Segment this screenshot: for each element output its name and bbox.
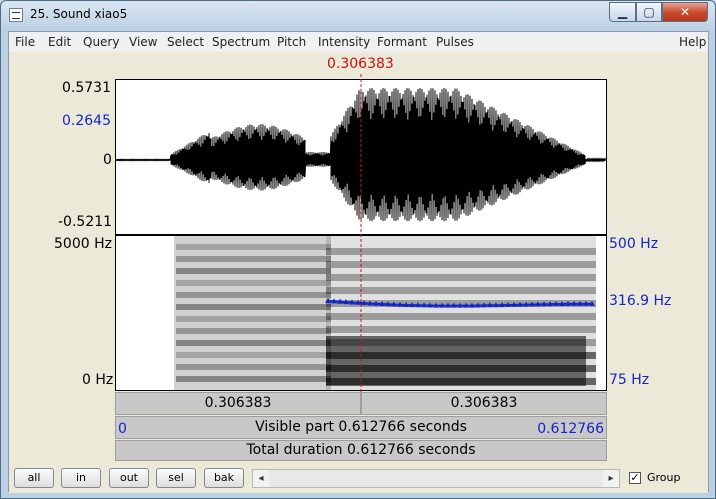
bak-button[interactable]: bak: [204, 468, 244, 488]
praat-window-icon: [9, 8, 23, 22]
scroll-left-arrow-icon[interactable]: ◂: [253, 470, 269, 487]
visible-part-bar[interactable]: 0 Visible part 0.612766 seconds 0.612766: [115, 416, 607, 439]
menu-edit[interactable]: Edit: [48, 35, 71, 49]
maximize-button[interactable]: ▢: [636, 2, 662, 22]
menu-pulses[interactable]: Pulses: [436, 35, 474, 49]
menu-intensity[interactable]: Intensity: [318, 35, 370, 49]
group-label: Group: [647, 471, 681, 484]
group-checkbox[interactable]: ✓: [629, 472, 641, 484]
window: 25. Sound xiao5 ▁ ▢ ✕ File Edit Query Vi…: [0, 0, 716, 499]
scroll-right-arrow-icon[interactable]: ▸: [603, 470, 619, 487]
close-button[interactable]: ✕: [662, 2, 708, 22]
menu-file[interactable]: File: [15, 35, 35, 49]
visible-end-label: 0.612766: [537, 421, 604, 437]
sound-editor-panel: 0.306383 0.5731 0.2645 0 -0.5211 5000 Hz…: [10, 52, 707, 461]
menu-select[interactable]: Select: [167, 35, 204, 49]
menu-bar: File Edit Query View Select Spectrum Pit…: [9, 32, 708, 53]
menu-help[interactable]: Help: [679, 35, 706, 49]
segment-left-bar[interactable]: 0.306383: [115, 392, 361, 415]
all-button[interactable]: all: [14, 468, 54, 488]
visible-part-text: Visible part 0.612766 seconds: [255, 419, 467, 435]
menu-pitch[interactable]: Pitch: [277, 35, 306, 49]
total-duration-bar[interactable]: Total duration 0.612766 seconds: [115, 440, 607, 461]
segment-right-bar[interactable]: 0.306383: [361, 392, 607, 415]
out-button[interactable]: out: [109, 468, 149, 488]
minimize-button[interactable]: ▁: [609, 2, 636, 22]
sel-button[interactable]: sel: [156, 468, 196, 488]
menu-query[interactable]: Query: [83, 35, 119, 49]
window-title: 25. Sound xiao5: [30, 7, 128, 21]
menu-view[interactable]: View: [129, 35, 157, 49]
horizontal-scrollbar[interactable]: ◂ ▸: [252, 469, 620, 488]
visible-start-label: 0: [118, 421, 127, 437]
menu-spectrum[interactable]: Spectrum: [212, 35, 270, 49]
menu-formant[interactable]: Formant: [377, 35, 427, 49]
title-bar: 25. Sound xiao5 ▁ ▢ ✕: [1, 1, 715, 31]
editor-client-area: File Edit Query View Select Spectrum Pit…: [8, 31, 709, 493]
bottom-toolbar: all in out sel bak ◂ ▸ ✓ Group: [9, 463, 708, 493]
in-button[interactable]: in: [61, 468, 101, 488]
